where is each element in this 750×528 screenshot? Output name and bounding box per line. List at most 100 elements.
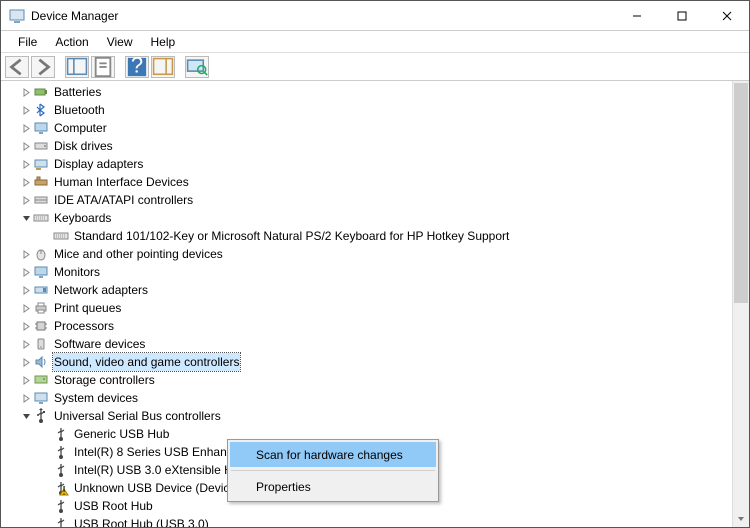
- expand-icon[interactable]: [19, 322, 33, 331]
- collapse-icon[interactable]: [19, 412, 33, 421]
- mouse-icon: [33, 246, 49, 262]
- titlebar: Device Manager: [1, 1, 749, 31]
- vertical-scrollbar[interactable]: [732, 81, 749, 527]
- tree-node-system-devices[interactable]: System devices: [5, 389, 729, 407]
- expand-icon[interactable]: [19, 196, 33, 205]
- expand-icon[interactable]: [19, 394, 33, 403]
- collapse-icon[interactable]: [19, 214, 33, 223]
- close-button[interactable]: [704, 1, 749, 30]
- tree-label: Monitors: [53, 263, 101, 281]
- tree-node-standard-keyboard[interactable]: Standard 101/102-Key or Microsoft Natura…: [5, 227, 729, 245]
- bluetooth-icon: [33, 102, 49, 118]
- monitor-icon: [33, 264, 49, 280]
- minimize-button[interactable]: [614, 1, 659, 30]
- expand-icon[interactable]: [19, 142, 33, 151]
- expand-icon[interactable]: [19, 376, 33, 385]
- usb-icon: [53, 516, 69, 527]
- context-menu-scan-hardware[interactable]: Scan for hardware changes: [230, 442, 436, 467]
- expand-icon[interactable]: [19, 304, 33, 313]
- tree-area: Batteries Bluetooth Computer Disk drives: [1, 81, 749, 527]
- tree-label: Keyboards: [53, 209, 112, 227]
- context-menu: Scan for hardware changes Properties: [227, 439, 439, 502]
- ide-icon: [33, 192, 49, 208]
- menu-item-label: Properties: [256, 480, 311, 494]
- printer-icon: [33, 300, 49, 316]
- cpu-icon: [33, 318, 49, 334]
- tree-node-disk-drives[interactable]: Disk drives: [5, 137, 729, 155]
- context-menu-properties[interactable]: Properties: [230, 474, 436, 499]
- menu-item-label: Scan for hardware changes: [256, 448, 403, 462]
- tree-label: Standard 101/102-Key or Microsoft Natura…: [73, 227, 510, 245]
- scan-hardware-button[interactable]: [185, 56, 209, 78]
- back-button[interactable]: [5, 56, 29, 78]
- usb-icon: [53, 462, 69, 478]
- usb-icon: [53, 444, 69, 460]
- tree-node-usb[interactable]: Universal Serial Bus controllers: [5, 407, 729, 425]
- disk-icon: [33, 138, 49, 154]
- battery-icon: [33, 84, 49, 100]
- expand-icon[interactable]: [19, 106, 33, 115]
- expand-icon[interactable]: [19, 286, 33, 295]
- software-device-icon: [33, 336, 49, 352]
- menu-divider: [231, 470, 435, 471]
- tree-node-usb-root-hub-30[interactable]: USB Root Hub (USB 3.0): [5, 515, 729, 527]
- properties-button[interactable]: [91, 56, 115, 78]
- tree-node-print-queues[interactable]: Print queues: [5, 299, 729, 317]
- expand-icon[interactable]: [19, 340, 33, 349]
- tree-label: Mice and other pointing devices: [53, 245, 224, 263]
- usb-warning-icon: !: [53, 480, 69, 496]
- device-manager-icon: [9, 8, 25, 24]
- show-hide-console-tree-button[interactable]: [65, 56, 89, 78]
- keyboard-icon: [53, 228, 69, 244]
- tree-label: Processors: [53, 317, 115, 335]
- speaker-icon: [33, 354, 49, 370]
- tree-label: Display adapters: [53, 155, 144, 173]
- tree-node-computer[interactable]: Computer: [5, 119, 729, 137]
- svg-text:!: !: [62, 484, 65, 497]
- tree-label: Generic USB Hub: [73, 425, 170, 443]
- scrollbar-thumb[interactable]: [734, 83, 748, 303]
- window-title: Device Manager: [31, 9, 614, 23]
- expand-icon[interactable]: [19, 250, 33, 259]
- tree-label: USB Root Hub (USB 3.0): [73, 515, 210, 527]
- tree-node-bluetooth[interactable]: Bluetooth: [5, 101, 729, 119]
- tree-node-hid[interactable]: Human Interface Devices: [5, 173, 729, 191]
- forward-button[interactable]: [31, 56, 55, 78]
- scroll-down-arrow-icon[interactable]: [733, 510, 749, 527]
- menu-help[interactable]: Help: [142, 33, 185, 51]
- tree-node-processors[interactable]: Processors: [5, 317, 729, 335]
- expand-icon[interactable]: [19, 88, 33, 97]
- tree-node-display-adapters[interactable]: Display adapters: [5, 155, 729, 173]
- tree-node-mice[interactable]: Mice and other pointing devices: [5, 245, 729, 263]
- menu-view[interactable]: View: [98, 33, 142, 51]
- display-adapter-icon: [33, 156, 49, 172]
- tree-node-keyboards[interactable]: Keyboards: [5, 209, 729, 227]
- expand-icon[interactable]: [19, 268, 33, 277]
- help-button[interactable]: ?: [125, 56, 149, 78]
- hid-icon: [33, 174, 49, 190]
- expand-icon[interactable]: [19, 178, 33, 187]
- menu-file[interactable]: File: [9, 33, 46, 51]
- expand-icon[interactable]: [19, 160, 33, 169]
- tree-label: System devices: [53, 389, 139, 407]
- network-icon: [33, 282, 49, 298]
- expand-icon[interactable]: [19, 124, 33, 133]
- monitor-icon: [33, 120, 49, 136]
- usb-icon: [33, 408, 49, 424]
- tree-label: USB Root Hub: [73, 497, 154, 515]
- action-pane-button[interactable]: [151, 56, 175, 78]
- tree-label: Storage controllers: [53, 371, 156, 389]
- usb-icon: [53, 426, 69, 442]
- menu-action[interactable]: Action: [46, 33, 97, 51]
- tree-node-network[interactable]: Network adapters: [5, 281, 729, 299]
- tree-node-software-devices[interactable]: Software devices: [5, 335, 729, 353]
- tree-node-ide[interactable]: IDE ATA/ATAPI controllers: [5, 191, 729, 209]
- tree-node-batteries[interactable]: Batteries: [5, 83, 729, 101]
- tree-label: Universal Serial Bus controllers: [53, 407, 222, 425]
- tree-label: Software devices: [53, 335, 146, 353]
- tree-node-sound[interactable]: Sound, video and game controllers: [5, 353, 729, 371]
- maximize-button[interactable]: [659, 1, 704, 30]
- tree-node-monitors[interactable]: Monitors: [5, 263, 729, 281]
- tree-node-storage[interactable]: Storage controllers: [5, 371, 729, 389]
- expand-icon[interactable]: [19, 358, 33, 367]
